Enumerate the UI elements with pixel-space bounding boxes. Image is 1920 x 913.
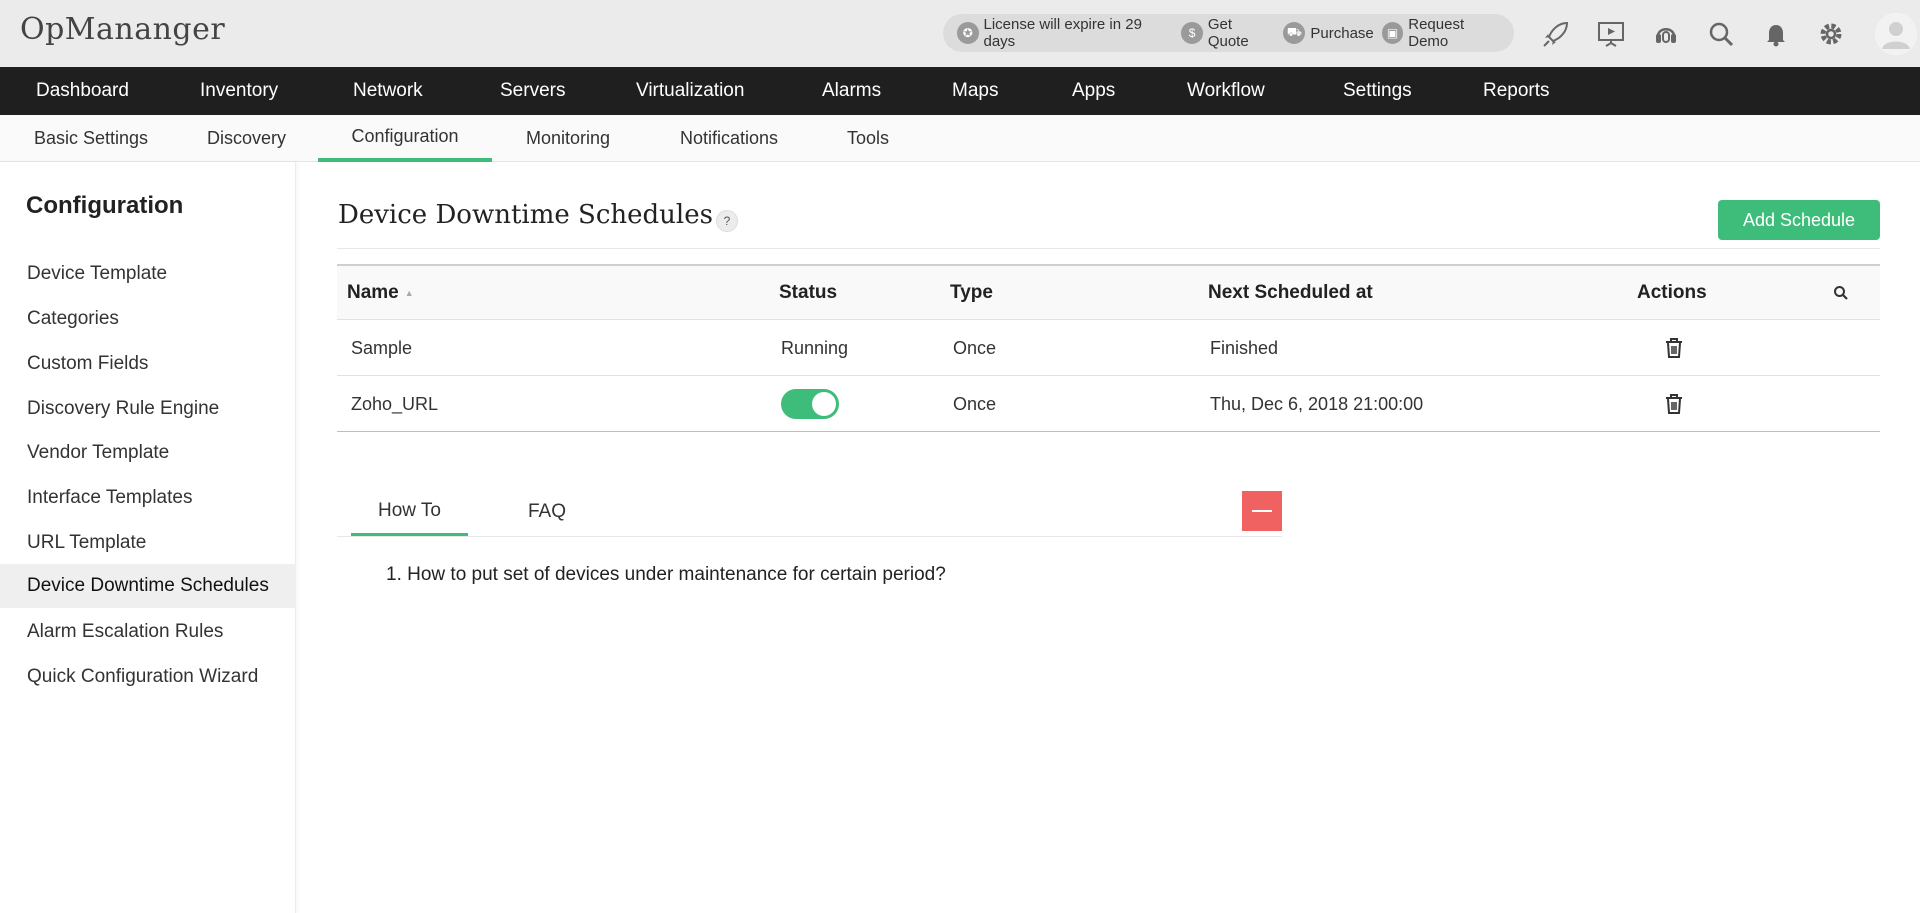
nav-reports[interactable]: Reports (1483, 67, 1550, 115)
support-icon[interactable] (1644, 12, 1688, 56)
nav-network[interactable]: Network (353, 67, 423, 115)
table-header: Name ▲ Status Type Next Scheduled at Act… (337, 264, 1880, 320)
delete-button[interactable] (1664, 320, 1684, 376)
nav-settings[interactable]: Settings (1343, 67, 1412, 115)
sidebar-item-device-downtime-schedules[interactable]: Device Downtime Schedules (0, 564, 296, 608)
row-name[interactable]: Sample (351, 320, 412, 376)
subnav-discovery[interactable]: Discovery (207, 115, 286, 162)
rocket-icon[interactable] (1534, 12, 1578, 56)
column-type: Type (950, 282, 993, 303)
license-text: License will expire in 29 days (983, 16, 1142, 50)
trash-icon (1666, 338, 1682, 358)
help-icon[interactable]: ? (716, 210, 738, 232)
help-tabs: How To FAQ (337, 488, 1282, 537)
toggle-knob (812, 392, 836, 416)
subnav-notifications[interactable]: Notifications (680, 115, 778, 162)
sidebar-title: Configuration (26, 192, 184, 219)
nav-workflow[interactable]: Workflow (1187, 67, 1265, 115)
license-bar: ✪ License will expire in 29 days $ Get Q… (943, 14, 1514, 52)
sidebar-item-vendor-template[interactable]: Vendor Template (0, 431, 296, 475)
nav-apps[interactable]: Apps (1072, 67, 1115, 115)
subnav-monitoring[interactable]: Monitoring (526, 115, 610, 162)
column-name[interactable]: Name ▲ (347, 266, 414, 320)
search-icon[interactable] (1699, 12, 1743, 56)
config-sidebar: Configuration Device Template Categories… (0, 162, 296, 913)
sidebar-item-quick-configuration-wizard[interactable]: Quick Configuration Wizard (0, 655, 296, 699)
sub-nav: Basic Settings Discovery Configuration M… (0, 115, 1920, 162)
schedules-table: Name ▲ Status Type Next Scheduled at Act… (337, 264, 1880, 432)
license-notice[interactable]: ✪ License will expire in 29 days (957, 16, 1173, 50)
cart-icon: ⛟ (1283, 22, 1306, 44)
purchase-label: Purchase (1310, 24, 1374, 42)
minus-icon (1252, 510, 1272, 512)
divider (337, 248, 1880, 249)
row-next-scheduled: Thu, Dec 6, 2018 21:00:00 (1210, 393, 1424, 414)
demo-icon: ▣ (1381, 22, 1404, 44)
delete-button[interactable] (1664, 376, 1684, 432)
howto-link[interactable]: 1. How to put set of devices under maint… (386, 564, 946, 586)
award-icon: ✪ (957, 22, 979, 44)
table-row: Zoho_URL Once Thu, Dec 6, 2018 21:00:00 (337, 376, 1880, 432)
row-status: Running (781, 337, 849, 358)
trash-icon (1666, 394, 1682, 414)
status-toggle[interactable] (781, 389, 839, 419)
sidebar-item-alarm-escalation-rules[interactable]: Alarm Escalation Rules (0, 610, 296, 654)
sidebar-item-interface-templates[interactable]: Interface Templates (0, 476, 296, 520)
sidebar-item-discovery-rule-engine[interactable]: Discovery Rule Engine (0, 387, 296, 431)
nav-servers[interactable]: Servers (500, 67, 565, 115)
get-quote-label: Get Quote (1207, 16, 1249, 50)
get-quote-link[interactable]: $ Get Quote (1181, 16, 1275, 50)
nav-dashboard[interactable]: Dashboard (36, 67, 129, 115)
sidebar-item-url-template[interactable]: URL Template (0, 521, 296, 565)
subnav-tools[interactable]: Tools (847, 115, 889, 162)
bell-icon[interactable] (1754, 12, 1798, 56)
tab-faq[interactable]: FAQ (497, 488, 597, 536)
table-search-icon[interactable] (1833, 266, 1849, 320)
collapse-button[interactable] (1242, 491, 1282, 531)
header-icons (1534, 12, 1864, 56)
row-status (781, 376, 839, 432)
column-actions: Actions (1637, 282, 1707, 303)
sidebar-item-device-template[interactable]: Device Template (0, 252, 296, 296)
column-name-label: Name (347, 282, 399, 303)
add-schedule-button[interactable]: Add Schedule (1718, 200, 1880, 240)
column-next-scheduled: Next Scheduled at (1208, 282, 1373, 303)
subnav-configuration[interactable]: Configuration (318, 115, 492, 162)
dollar-icon: $ (1181, 22, 1203, 44)
purchase-link[interactable]: ⛟ Purchase (1283, 22, 1374, 44)
request-demo-link[interactable]: ▣ Request Demo (1381, 16, 1506, 50)
top-header: OpMananger ✪ License will expire in 29 d… (0, 0, 1920, 67)
page-title: Device Downtime Schedules (338, 200, 713, 230)
column-status: Status (779, 282, 838, 303)
nav-alarms[interactable]: Alarms (822, 67, 881, 115)
sidebar-item-categories[interactable]: Categories (0, 297, 296, 341)
row-name[interactable]: Zoho_URL (351, 376, 438, 432)
table-row: Sample Running Once Finished (337, 320, 1880, 376)
presentation-icon[interactable] (1589, 12, 1633, 56)
nav-virtualization[interactable]: Virtualization (636, 67, 744, 115)
gear-icon[interactable] (1809, 12, 1853, 56)
row-next-scheduled: Finished (1210, 337, 1279, 358)
subnav-basic-settings[interactable]: Basic Settings (34, 115, 148, 162)
sidebar-item-custom-fields[interactable]: Custom Fields (0, 342, 296, 386)
main-nav: Dashboard Inventory Network Servers Virt… (0, 67, 1920, 115)
tab-how-to[interactable]: How To (351, 488, 468, 536)
request-demo-label: Request Demo (1408, 16, 1465, 50)
nav-inventory[interactable]: Inventory (200, 67, 278, 115)
nav-maps[interactable]: Maps (952, 67, 998, 115)
app-logo[interactable]: OpMananger (20, 12, 225, 47)
row-type: Once (953, 393, 997, 414)
sort-icon: ▲ (404, 288, 414, 298)
user-avatar[interactable] (1875, 13, 1917, 55)
row-type: Once (953, 337, 997, 358)
